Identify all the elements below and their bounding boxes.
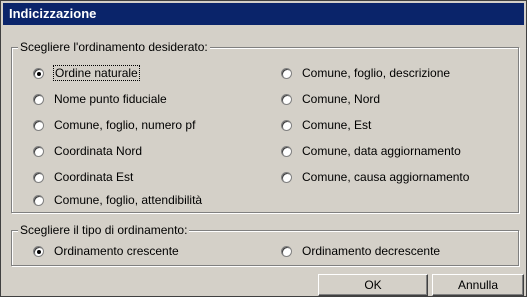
radio-indicator [281, 119, 292, 131]
indicizzazione-dialog: Indicizzazione Scegliere l'ordinamento d… [0, 0, 527, 297]
radio-comune-foglio-attendibilita[interactable]: Comune, foglio, attendibilità [33, 192, 202, 208]
radio-label: Comune, foglio, descrizione [302, 66, 451, 80]
radio-indicator [33, 93, 44, 105]
radio-comune-foglio-descrizione[interactable]: Comune, foglio, descrizione [281, 65, 450, 81]
radio-label: Coordinata Est [54, 170, 134, 184]
radio-nome-punto-fiduciale[interactable]: Nome punto fiduciale [33, 91, 167, 107]
radio-indicator [33, 145, 44, 157]
radio-label: Comune, foglio, attendibilità [54, 193, 203, 207]
radio-coordinata-nord[interactable]: Coordinata Nord [33, 143, 142, 159]
radio-comune-data-aggiornamento[interactable]: Comune, data aggiornamento [281, 143, 461, 159]
radio-label: Ordine naturale [53, 65, 140, 81]
radio-indicator [281, 145, 292, 157]
radio-indicator [33, 171, 44, 183]
radio-indicator [33, 67, 44, 79]
radio-indicator [281, 245, 292, 257]
radio-label: Comune, data aggiornamento [302, 144, 461, 158]
radio-label: Comune, Nord [302, 92, 381, 106]
radio-comune-nord[interactable]: Comune, Nord [281, 91, 380, 107]
radio-indicator [33, 245, 44, 257]
radio-comune-est[interactable]: Comune, Est [281, 117, 371, 133]
radio-label: Comune, foglio, numero pf [54, 118, 196, 132]
radio-label: Comune, Est [302, 118, 372, 132]
radio-coordinata-est[interactable]: Coordinata Est [33, 169, 133, 185]
radio-ordinamento-crescente[interactable]: Ordinamento crescente [33, 243, 179, 259]
radio-comune-causa-aggiornamento[interactable]: Comune, causa aggiornamento [281, 169, 469, 185]
ordering-legend: Scegliere l'ordinamento desiderato: [18, 40, 210, 54]
radio-indicator [281, 93, 292, 105]
radio-ordine-naturale[interactable]: Ordine naturale [33, 65, 140, 81]
radio-label: Nome punto fiduciale [54, 92, 167, 106]
dialog-title: Indicizzazione [3, 3, 524, 25]
radio-ordinamento-decrescente[interactable]: Ordinamento decrescente [281, 243, 440, 259]
radio-label: Coordinata Nord [54, 144, 143, 158]
annulla-button[interactable]: Annulla [432, 274, 524, 296]
radio-comune-foglio-numero-pf[interactable]: Comune, foglio, numero pf [33, 117, 195, 133]
radio-indicator [281, 67, 292, 79]
radio-indicator [281, 171, 292, 183]
direction-legend: Scegliere il tipo di ordinamento: [18, 223, 190, 237]
ok-button[interactable]: OK [318, 274, 428, 296]
radio-label: Ordinamento crescente [54, 244, 179, 258]
radio-indicator [33, 194, 44, 206]
radio-label: Comune, causa aggiornamento [302, 170, 470, 184]
radio-label: Ordinamento decrescente [302, 244, 441, 258]
radio-indicator [33, 119, 44, 131]
